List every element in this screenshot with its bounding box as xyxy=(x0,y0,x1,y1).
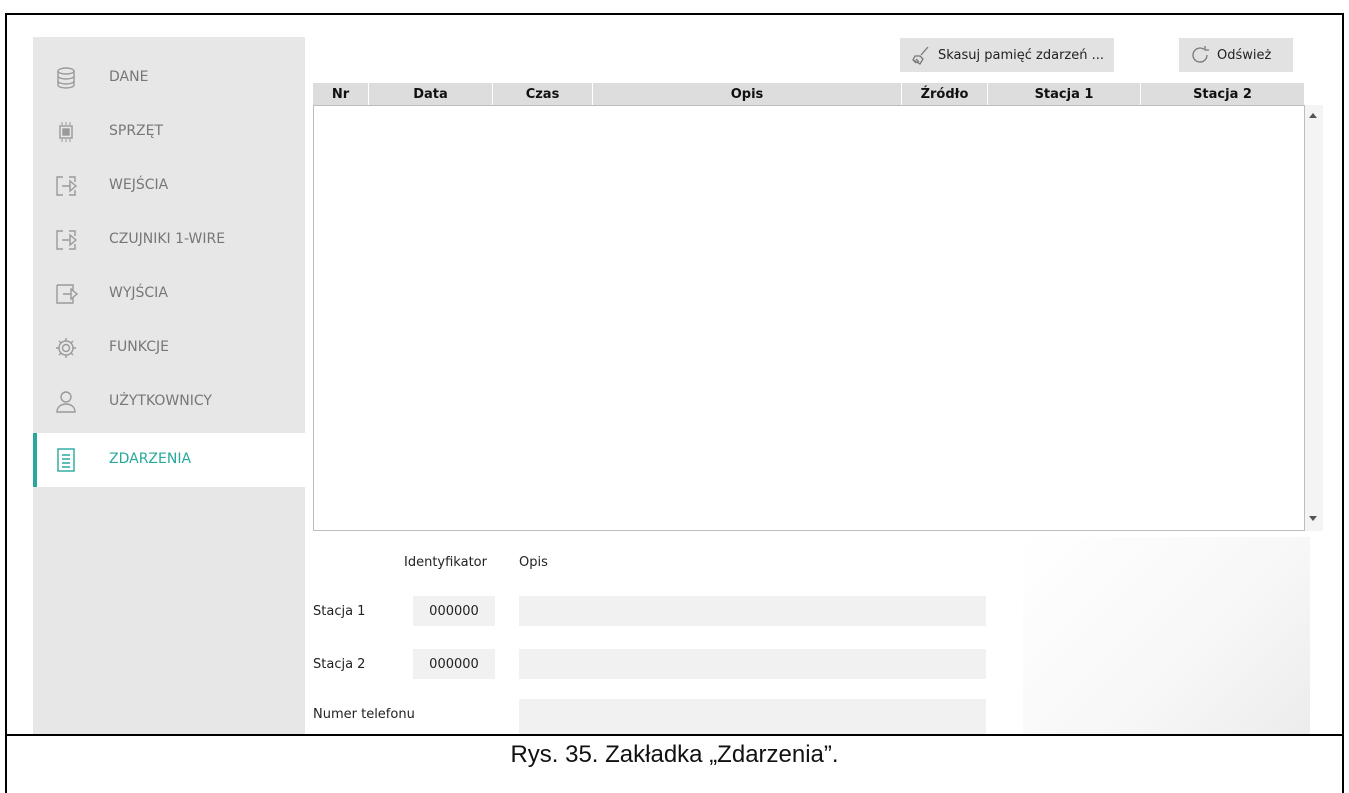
output-icon xyxy=(53,281,79,307)
description-header: Opis xyxy=(519,555,548,570)
app-window: DANE SPRZĘT WEJŚCIA CZUJNIKI 1-WIRE WYJŚ… xyxy=(33,37,1323,734)
refresh-icon xyxy=(1189,44,1211,66)
sidebar-item-label: WEJŚCIA xyxy=(109,177,169,193)
sidebar-item-label: WYJŚCIA xyxy=(109,285,168,301)
sidebar-item-funkcje[interactable]: FUNKCJE xyxy=(33,321,305,375)
scroll-up-arrow-icon[interactable] xyxy=(1309,113,1317,118)
user-icon xyxy=(53,389,79,415)
sidebar-item-uzytkownicy[interactable]: UŻYTKOWNICY xyxy=(33,375,305,429)
identifier-header: Identyfikator xyxy=(404,555,487,570)
sidebar-item-label: DANE xyxy=(109,69,149,85)
column-header-stacja-1[interactable]: Stacja 1 xyxy=(988,83,1141,105)
refresh-button[interactable]: Odśwież xyxy=(1179,38,1293,72)
phone-number-label: Numer telefonu xyxy=(313,707,415,722)
events-table-scrollbar[interactable] xyxy=(1305,105,1323,531)
scroll-down-arrow-icon[interactable] xyxy=(1309,516,1317,521)
station1-label: Stacja 1 xyxy=(313,604,366,619)
column-header-data[interactable]: Data xyxy=(369,83,493,105)
input-icon xyxy=(53,173,79,199)
station2-description-field[interactable] xyxy=(519,649,986,679)
sensor-icon xyxy=(53,227,79,253)
figure-divider xyxy=(5,734,1344,736)
sidebar-item-czujniki-1-wire[interactable]: CZUJNIKI 1-WIRE xyxy=(33,213,305,267)
station1-description-field[interactable] xyxy=(519,596,986,626)
sidebar-item-zdarzenia[interactable]: ZDARZENIA xyxy=(33,433,305,487)
column-header-opis[interactable]: Opis xyxy=(593,83,902,105)
broom-icon xyxy=(910,44,932,66)
station2-label: Stacja 2 xyxy=(313,657,366,672)
sidebar-item-dane[interactable]: DANE xyxy=(33,51,305,105)
station1-id-field[interactable]: 000000 xyxy=(413,596,495,626)
sidebar-item-wyjscia[interactable]: WYJŚCIA xyxy=(33,267,305,321)
column-header-stacja-2[interactable]: Stacja 2 xyxy=(1141,83,1305,105)
figure-caption: Rys. 35. Zakładka „Zdarzenia”. xyxy=(510,741,839,768)
column-header-czas[interactable]: Czas xyxy=(493,83,593,105)
sidebar-item-sprzet[interactable]: SPRZĘT xyxy=(33,105,305,159)
database-icon xyxy=(53,65,79,91)
gear-icon xyxy=(53,335,79,361)
station2-id-field[interactable]: 000000 xyxy=(413,649,495,679)
sidebar-item-label: ZDARZENIA xyxy=(109,451,192,467)
sidebar-item-label: FUNKCJE xyxy=(109,339,169,355)
column-header-zrodlo[interactable]: Źródło xyxy=(902,83,988,105)
column-header-nr[interactable]: Nr xyxy=(313,83,369,105)
document-icon xyxy=(53,447,79,473)
refresh-label: Odśwież xyxy=(1217,47,1272,63)
clear-events-label: Skasuj pamięć zdarzeń ... xyxy=(938,47,1105,63)
phone-number-field[interactable] xyxy=(519,699,986,734)
sidebar-item-label: CZUJNIKI 1-WIRE xyxy=(109,231,226,247)
sidebar: DANE SPRZĘT WEJŚCIA CZUJNIKI 1-WIRE WYJŚ… xyxy=(33,37,305,734)
events-table-header: Nr Data Czas Opis Źródło Stacja 1 Stacja… xyxy=(313,83,1305,105)
sidebar-item-label: SPRZĘT xyxy=(109,123,164,139)
sidebar-item-label: UŻYTKOWNICY xyxy=(109,393,212,409)
events-table-body[interactable] xyxy=(313,105,1305,531)
sidebar-item-wejscia[interactable]: WEJŚCIA xyxy=(33,159,305,213)
chip-icon xyxy=(53,119,79,145)
clear-events-button[interactable]: Skasuj pamięć zdarzeń ... xyxy=(900,38,1114,72)
background-gradient xyxy=(1023,537,1310,734)
